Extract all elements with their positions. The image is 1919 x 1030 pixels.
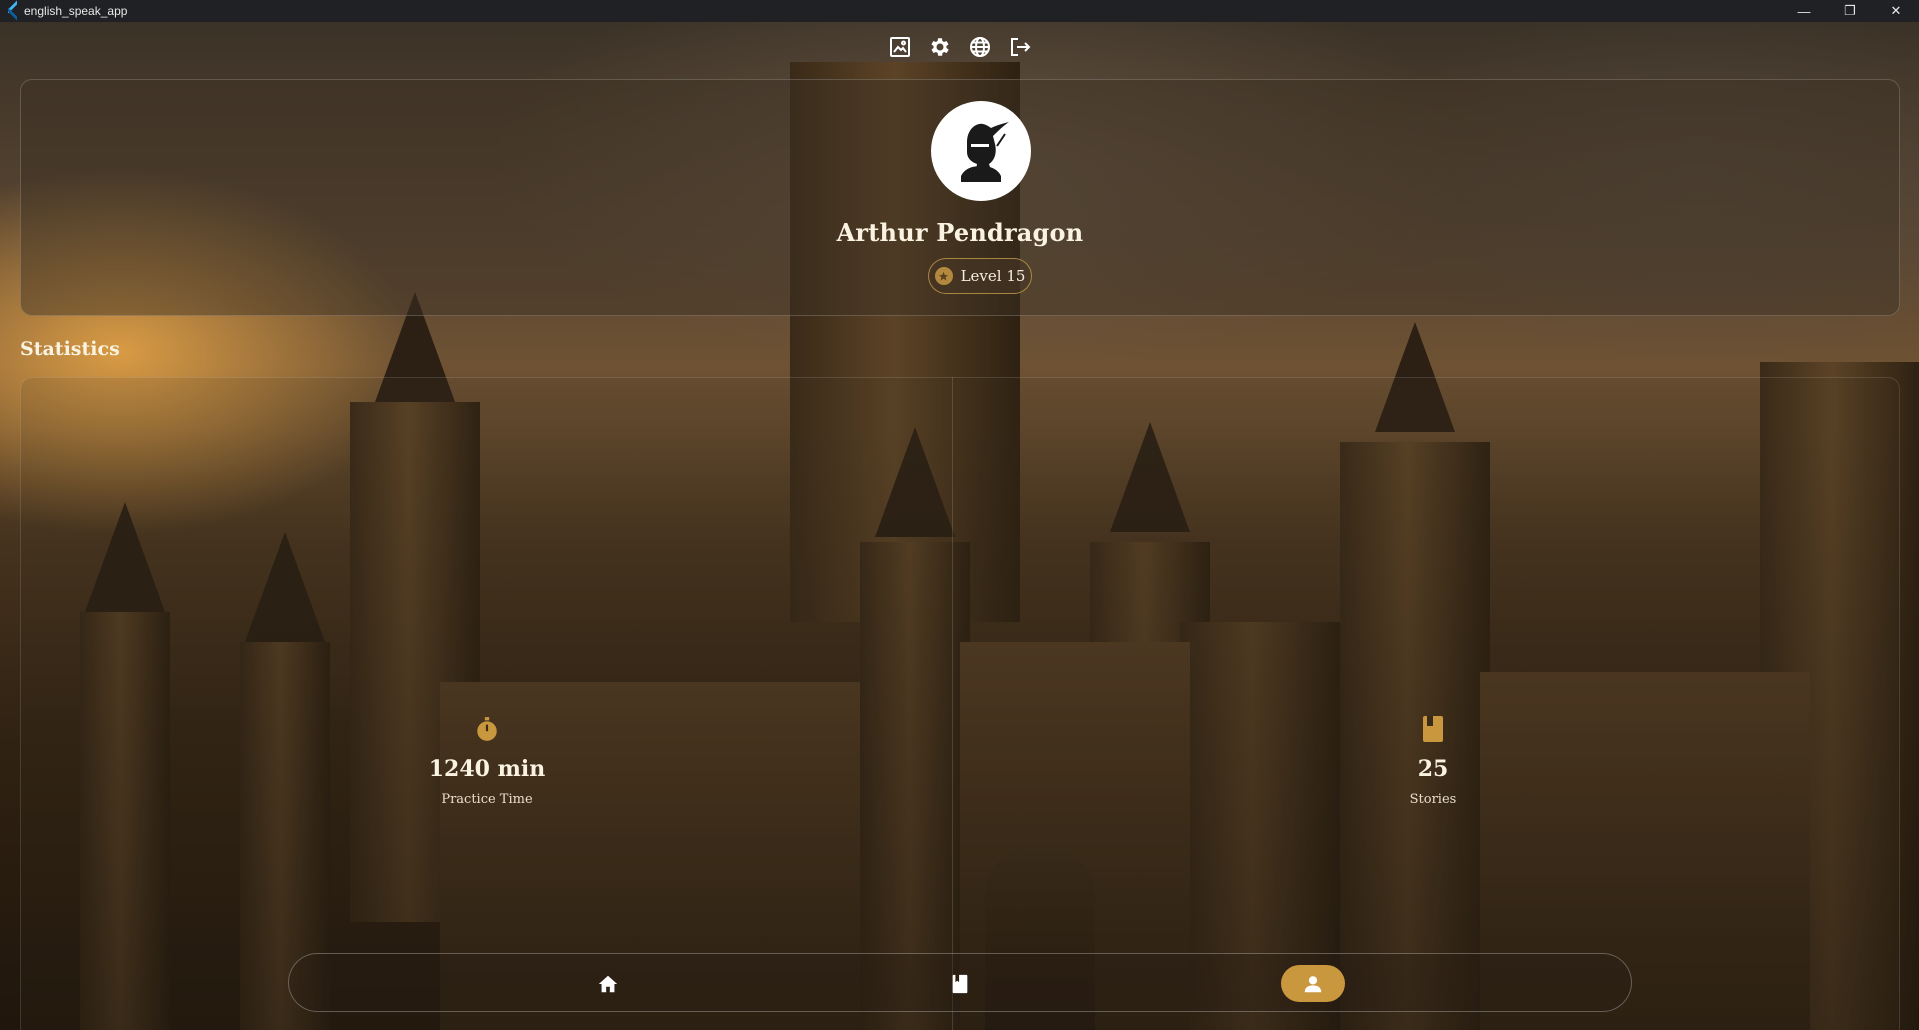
window-titlebar: english_speak_app — ❐ ✕: [0, 0, 1919, 22]
book-icon: [1420, 714, 1446, 744]
maximize-icon[interactable]: ❐: [1827, 0, 1873, 22]
knight-avatar-icon: [961, 122, 1009, 182]
globe-icon[interactable]: [967, 34, 993, 60]
top-toolbar: [887, 34, 1033, 60]
nav-profile[interactable]: [1281, 965, 1345, 1002]
nav-home[interactable]: [576, 965, 640, 1002]
level-label: Level 15: [960, 267, 1026, 285]
statistics-panel: [20, 377, 1900, 1030]
close-icon[interactable]: ✕: [1873, 0, 1919, 22]
stat-stories: 25 Stories: [1283, 714, 1583, 807]
stat-value: 1240 min: [428, 756, 546, 782]
profile-card: Arthur Pendragon Level 15: [20, 79, 1900, 316]
stat-practice-time: 1240 min Practice Time: [337, 714, 637, 807]
star-icon: [934, 267, 953, 285]
minimize-icon[interactable]: —: [1781, 0, 1827, 22]
timer-icon: [474, 714, 500, 744]
statistics-divider: [952, 377, 953, 1030]
home-icon: [598, 975, 618, 992]
gear-icon[interactable]: [927, 34, 953, 60]
avatar[interactable]: [931, 101, 1031, 201]
user-name: Arthur Pendragon: [836, 218, 1084, 247]
window-title: english_speak_app: [24, 4, 128, 18]
image-icon[interactable]: [887, 34, 913, 60]
person-icon: [1304, 975, 1322, 992]
bottom-navigation: [288, 953, 1632, 1012]
book-icon: [952, 974, 968, 993]
statistics-heading: Statistics: [20, 338, 120, 360]
stat-label: Stories: [1409, 792, 1457, 807]
level-badge: Level 15: [928, 258, 1032, 294]
window-controls: — ❐ ✕: [1781, 0, 1919, 22]
nav-stories[interactable]: [928, 965, 992, 1002]
flutter-logo-icon: [6, 0, 18, 21]
logout-icon[interactable]: [1007, 34, 1033, 60]
stat-label: Practice Time: [441, 792, 533, 807]
stat-value: 25: [1417, 756, 1449, 782]
